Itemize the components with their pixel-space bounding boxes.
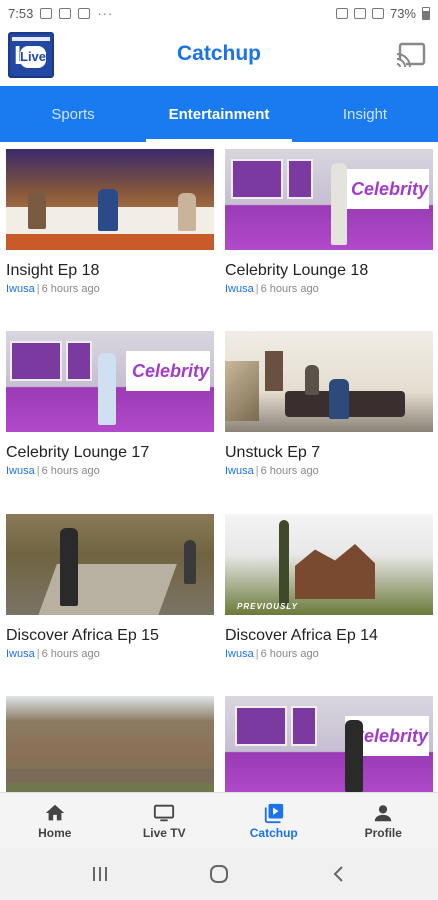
thumbnail-banner: PREVIOUSLY xyxy=(237,602,298,611)
video-time: 6 hours ago xyxy=(41,648,100,660)
profile-icon xyxy=(375,804,392,821)
video-thumbnail[interactable]: Celebrity xyxy=(225,149,433,250)
home-button[interactable] xyxy=(199,859,239,889)
video-title[interactable]: Discover Africa Ep 14 xyxy=(225,627,433,645)
nav-label: Home xyxy=(38,825,72,840)
video-author: Iwusa xyxy=(6,465,35,477)
video-time: 6 hours ago xyxy=(41,465,100,477)
nav-profile[interactable]: Profile xyxy=(329,793,438,848)
signal-icon xyxy=(371,7,384,19)
page-title: Catchup xyxy=(177,42,261,65)
video-thumbnail[interactable]: Celebrity xyxy=(225,696,433,792)
nav-live-tv[interactable]: Live TV xyxy=(110,793,220,848)
cast-icon[interactable] xyxy=(396,42,426,68)
tv-icon xyxy=(154,804,175,821)
video-title[interactable]: Celebrity Lounge 18 xyxy=(225,262,433,280)
nav-label: Profile xyxy=(364,825,402,840)
catchup-icon xyxy=(264,803,283,823)
home-icon xyxy=(45,804,64,820)
video-author: Iwusa xyxy=(6,648,35,660)
video-meta: Iwusa | 6 hours ago xyxy=(225,648,319,660)
nav-label: Catchup xyxy=(249,825,298,840)
recent-apps-button[interactable] xyxy=(80,859,120,889)
tab-entertainment[interactable]: Entertainment xyxy=(146,86,292,142)
system-nav-bar xyxy=(0,848,438,900)
video-meta: Iwusa | 6 hours ago xyxy=(225,283,319,295)
video-thumbnail[interactable]: Celebrity xyxy=(6,331,214,432)
thumbnail-sign: Celebrity xyxy=(126,351,210,391)
video-card[interactable]: Celebrity Celebrity Lounge 17 Iwusa | 6 ho… xyxy=(6,331,214,477)
video-card[interactable]: Insight Ep 18 Iwusa | 6 hours ago xyxy=(6,149,214,295)
nav-catchup[interactable]: Catchup xyxy=(219,793,329,848)
video-thumbnail[interactable] xyxy=(6,514,214,615)
back-button[interactable] xyxy=(318,859,358,889)
wifi-icon xyxy=(353,7,366,19)
back-icon xyxy=(333,866,344,882)
thumbnail-sign: Celebrity xyxy=(345,169,429,209)
video-author: Iwusa xyxy=(6,283,35,295)
video-thumbnail[interactable] xyxy=(225,331,433,432)
alarm-icon xyxy=(335,7,348,19)
video-time: 6 hours ago xyxy=(41,283,100,295)
battery-icon xyxy=(422,6,430,20)
video-card[interactable]: Discover Africa Ep 15 Iwusa | 6 hours ago xyxy=(6,514,214,660)
video-author: Iwusa xyxy=(225,648,254,660)
video-author: Iwusa xyxy=(225,465,254,477)
video-meta: Iwusa | 6 hours ago xyxy=(225,465,319,477)
video-thumbnail[interactable] xyxy=(6,149,214,250)
gallery-icon xyxy=(40,7,53,19)
video-card[interactable]: PREVIOUSLY Discover Africa Ep 14 Iwusa | 6… xyxy=(225,514,433,660)
video-grid: Insight Ep 18 Iwusa | 6 hours ago Celebrit… xyxy=(0,142,438,792)
app-bar: L Live Catchup xyxy=(0,26,438,86)
tab-sports[interactable]: Sports xyxy=(0,86,146,142)
video-card[interactable]: Celebrity xyxy=(225,696,433,792)
video-card[interactable]: Unstuck Ep 7 Iwusa | 6 hours ago xyxy=(225,331,433,477)
battery-percent: 73% xyxy=(389,5,416,21)
tab-insight[interactable]: Insight xyxy=(292,86,438,142)
nav-label: Live TV xyxy=(142,825,186,840)
video-title[interactable]: Insight Ep 18 xyxy=(6,262,214,280)
video-time: 6 hours ago xyxy=(260,648,319,660)
video-card[interactable] xyxy=(6,696,214,792)
status-time: 7:53 xyxy=(8,5,34,21)
video-title[interactable]: Celebrity Lounge 17 xyxy=(6,444,214,462)
category-tabs: Sports Entertainment Insight xyxy=(0,86,438,142)
video-thumbnail[interactable]: PREVIOUSLY xyxy=(225,514,433,615)
video-title[interactable]: Discover Africa Ep 15 xyxy=(6,627,214,645)
home-circle-icon xyxy=(209,865,228,883)
video-thumbnail[interactable] xyxy=(6,696,214,792)
video-author: Iwusa xyxy=(225,283,254,295)
video-meta: Iwusa | 6 hours ago xyxy=(6,283,100,295)
nav-home[interactable]: Home xyxy=(0,793,110,848)
video-meta: Iwusa | 6 hours ago xyxy=(6,465,100,477)
bottom-nav: Home Live TV Catchup Profile xyxy=(0,792,438,848)
more-notifications-icon: ··· xyxy=(97,5,114,21)
video-time: 6 hours ago xyxy=(260,283,319,295)
sync-icon xyxy=(78,7,91,19)
video-title[interactable]: Unstuck Ep 7 xyxy=(225,444,433,462)
video-meta: Iwusa | 6 hours ago xyxy=(6,648,100,660)
video-time: 6 hours ago xyxy=(260,465,319,477)
video-card[interactable]: Celebrity Celebrity Lounge 18 Iwusa | 6 ho… xyxy=(225,149,433,295)
recent-apps-icon xyxy=(92,867,107,881)
status-bar: 7:53 ··· 73% xyxy=(0,0,438,26)
notification-icon xyxy=(59,7,72,19)
